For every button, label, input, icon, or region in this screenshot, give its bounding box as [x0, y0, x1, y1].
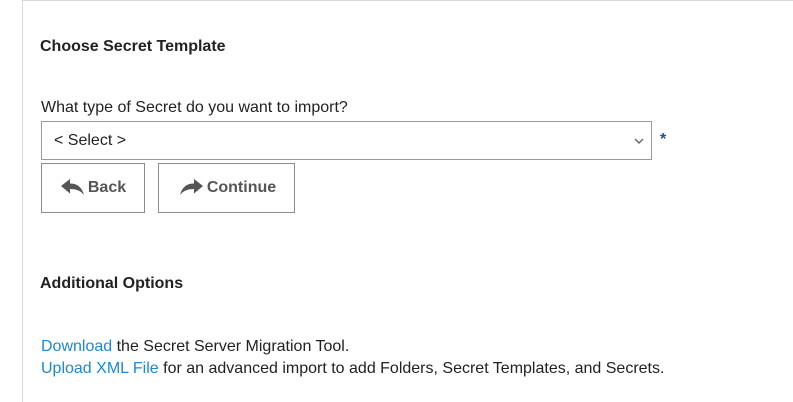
- back-label: Back: [87, 179, 127, 196]
- select-value: < Select >: [54, 132, 127, 149]
- download-link[interactable]: Download: [41, 338, 112, 355]
- upload-option: Upload XML File for an advanced import t…: [41, 360, 664, 378]
- forward-arrow-icon: [179, 179, 203, 195]
- upload-description: for an advanced import to add Folders, S…: [158, 360, 665, 377]
- chevron-down-icon: [634, 138, 644, 144]
- reply-arrow-icon: [60, 179, 84, 195]
- additional-options-title: Additional Options: [40, 275, 184, 292]
- secret-template-select[interactable]: < Select >: [41, 121, 652, 160]
- continue-button[interactable]: Continue: [158, 163, 295, 213]
- continue-label: Continue: [206, 179, 277, 196]
- import-type-question: What type of Secret do you want to impor…: [41, 99, 348, 116]
- download-option: Download the Secret Server Migration Too…: [41, 338, 349, 356]
- back-button[interactable]: Back: [41, 163, 145, 213]
- download-description: the Secret Server Migration Tool.: [112, 338, 350, 355]
- choose-template-title: Choose Secret Template: [40, 38, 226, 55]
- required-marker: *: [660, 131, 667, 148]
- upload-xml-link[interactable]: Upload XML File: [41, 360, 159, 377]
